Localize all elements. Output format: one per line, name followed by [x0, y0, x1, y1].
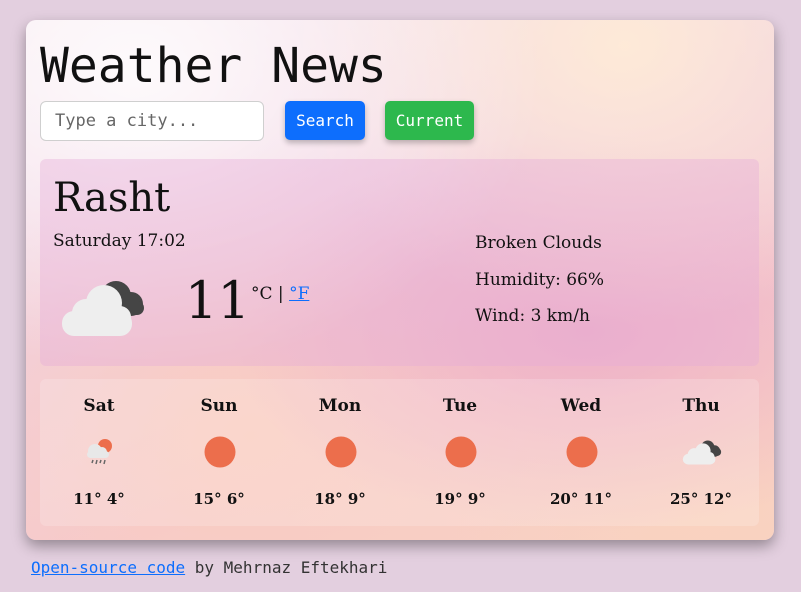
- forecast-temps: 15° 6°: [193, 490, 245, 508]
- source-code-link[interactable]: Open-source code: [31, 558, 185, 577]
- forecast-temps: 18° 9°: [314, 490, 366, 508]
- weather-description: Broken Clouds: [475, 233, 602, 253]
- sun-icon: [204, 436, 236, 468]
- forecast-day-name: Tue: [442, 396, 478, 416]
- celsius-unit: °C: [251, 284, 273, 304]
- forecast-temps: 20° 11°: [550, 490, 612, 508]
- city-search-input[interactable]: [40, 101, 264, 141]
- forecast-day-name: Sun: [200, 396, 238, 416]
- wind-speed: Wind: 3 km/h: [475, 306, 590, 326]
- city-name: Rasht: [53, 175, 171, 221]
- sun-icon: [325, 436, 357, 468]
- current-weather-panel: Rasht Saturday 17:02 11 °C | °F Broken C…: [40, 159, 759, 366]
- forecast-day-name: Mon: [318, 396, 362, 416]
- weather-details: Broken Clouds Humidity: 66% Wind: 3 km/h: [475, 233, 604, 343]
- rain-sun-icon: [87, 439, 112, 465]
- forecast-panel: Sat 11° 4° Sun 15° 6° Mon 18° 9° Tue 19°…: [40, 379, 759, 526]
- forecast-temps: 25° 12°: [670, 490, 732, 508]
- forecast-temps: 11° 4°: [73, 490, 125, 508]
- forecast-temps: 19° 9°: [434, 490, 486, 508]
- unit-separator: |: [277, 284, 284, 304]
- weather-app-card: Weather News Search Current Rasht Saturd…: [26, 20, 774, 540]
- date-time: Saturday 17:02: [53, 231, 186, 251]
- forecast-day-name: Thu: [682, 396, 720, 416]
- current-location-button[interactable]: Current: [385, 101, 474, 140]
- humidity: Humidity: 66%: [475, 269, 605, 290]
- app-title: Weather News: [40, 38, 387, 94]
- author-credit: by Mehrnaz Eftekhari: [194, 558, 388, 577]
- sun-icon: [445, 436, 477, 468]
- current-temperature: 11: [185, 272, 250, 331]
- forecast-day-name: Sat: [83, 396, 115, 416]
- search-button[interactable]: Search: [285, 101, 365, 140]
- fahrenheit-link[interactable]: °F: [289, 284, 309, 304]
- unit-toggle: °C | °F: [251, 284, 309, 304]
- broken-clouds-icon: [682, 440, 722, 465]
- forecast-day-name: Wed: [560, 396, 602, 416]
- sun-icon: [566, 436, 598, 468]
- broken-clouds-icon: [62, 281, 144, 336]
- footer: Open-source code by Mehrnaz Eftekhari: [31, 558, 387, 577]
